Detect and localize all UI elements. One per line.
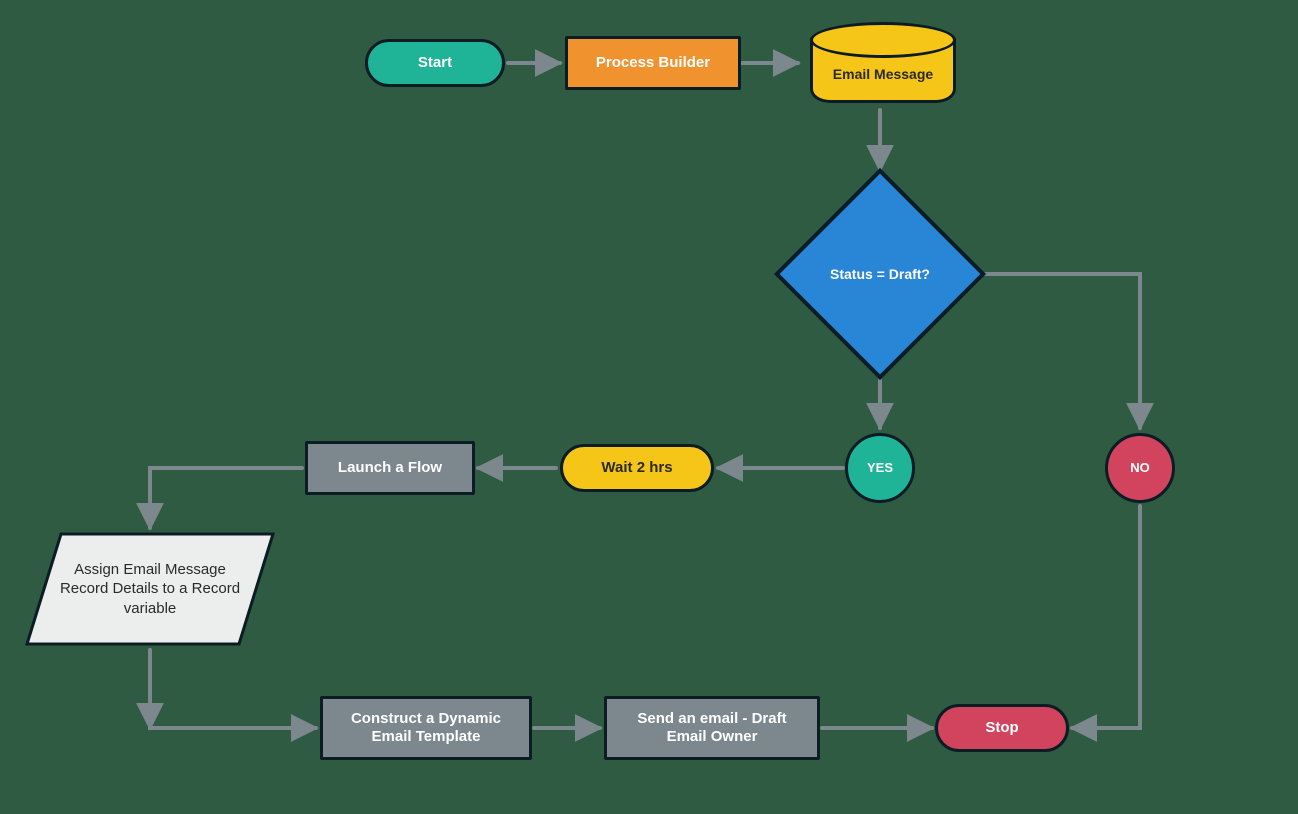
send-email-node: Send an email - Draft Email Owner [604,696,820,760]
yes-label: YES [867,460,893,476]
email-message-label: Email Message [813,48,953,100]
no-node: NO [1105,433,1175,503]
construct-template-node: Construct a Dynamic Email Template [320,696,532,760]
wait-label: Wait 2 hrs [601,459,672,477]
launch-flow-node: Launch a Flow [305,441,475,495]
start-label: Start [418,54,452,72]
send-email-label: Send an email - Draft Email Owner [617,710,807,746]
stop-label: Stop [985,719,1018,737]
construct-template-label: Construct a Dynamic Email Template [333,710,519,746]
email-message-node: Email Message [810,38,956,103]
decision-label: Status = Draft? [780,174,980,374]
stop-node: Stop [935,704,1069,752]
no-label: NO [1130,460,1150,476]
process-builder-node: Process Builder [565,36,741,90]
assign-node: Assign Email Message Record Details to a… [25,532,275,646]
process-builder-label: Process Builder [596,54,710,72]
start-node: Start [365,39,505,87]
assign-label: Assign Email Message Record Details to a… [25,532,275,646]
decision-node: Status = Draft? [780,174,980,374]
yes-node: YES [845,433,915,503]
launch-flow-label: Launch a Flow [338,459,442,477]
flow-arrows [0,0,1298,814]
wait-node: Wait 2 hrs [560,444,714,492]
